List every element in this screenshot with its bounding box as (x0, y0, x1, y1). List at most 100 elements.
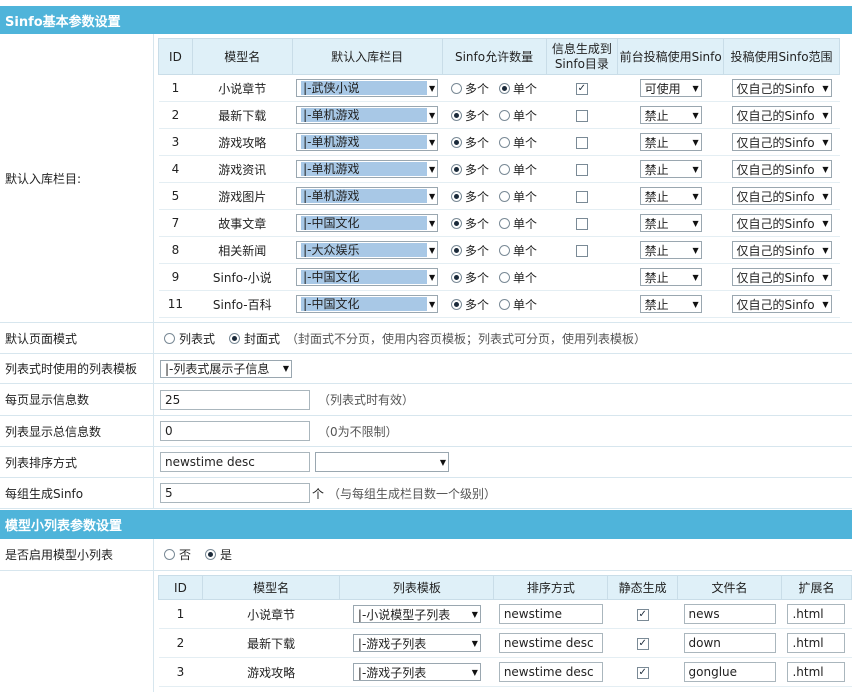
row-front-cell: 禁止 ▼ (617, 101, 724, 129)
col-header-id: ID (158, 575, 203, 600)
chevron-down-icon: ▼ (692, 245, 699, 255)
gen-sinfo-checkbox[interactable] (575, 136, 588, 149)
front-submit-select[interactable]: 禁止 ▼ (639, 187, 702, 205)
list-template-select[interactable]: |-列表式展示子信息 ▼ (160, 359, 292, 378)
column-select[interactable]: |-单机游戏 ▼ (296, 133, 439, 151)
group-gen-input[interactable]: 5 (160, 483, 310, 503)
allow-single-radio[interactable] (499, 163, 511, 175)
list-template-select[interactable]: |-游戏子列表 ▼ (352, 663, 481, 681)
front-submit-select[interactable]: 可使用 ▼ (639, 79, 702, 97)
allow-single-radio[interactable] (499, 136, 511, 148)
row-gen-cell (546, 263, 618, 291)
filename-input[interactable]: news (683, 604, 776, 624)
sort-input[interactable]: newstime desc (498, 633, 603, 653)
gen-sinfo-checkbox[interactable] (575, 190, 588, 203)
list-template-select[interactable]: |-游戏子列表 ▼ (352, 634, 481, 652)
gen-sinfo-checkbox[interactable] (575, 244, 588, 257)
total-count-input[interactable]: 0 (160, 421, 310, 441)
allow-many-radio[interactable] (451, 298, 463, 310)
allow-many-radio[interactable] (451, 163, 463, 175)
chevron-down-icon: ▼ (822, 110, 829, 120)
allow-many-radio[interactable] (451, 109, 463, 121)
list-template-select-value: |-小说模型子列表 (357, 607, 451, 622)
column-select[interactable]: |-大众娱乐 ▼ (296, 241, 439, 259)
submit-scope-select[interactable]: 仅自己的Sinfo ▼ (731, 214, 832, 232)
submit-scope-select[interactable]: 仅自己的Sinfo ▼ (731, 79, 832, 97)
enable-small-list-yes-radio[interactable] (205, 549, 217, 560)
allow-many-radio[interactable] (451, 217, 463, 229)
column-select[interactable]: |-武侠小说 ▼ (296, 79, 439, 97)
front-submit-select[interactable]: 禁止 ▼ (639, 241, 702, 259)
column-select[interactable]: |-单机游戏 ▼ (296, 187, 439, 205)
allow-many-label: 多个 (465, 297, 490, 312)
front-submit-select[interactable]: 禁止 ▼ (639, 268, 702, 286)
allow-single-radio[interactable] (499, 109, 511, 121)
enable-small-list-label: 是否启用模型小列表 (0, 539, 154, 570)
sort-row: 列表排序方式 newstime desc ▼ (0, 447, 852, 478)
row-gen-cell (546, 209, 618, 237)
enable-small-list-no-radio[interactable] (164, 549, 175, 560)
sort-input[interactable]: newstime (498, 604, 603, 624)
front-submit-select-value: 禁止 (644, 189, 669, 204)
column-select[interactable]: |-单机游戏 ▼ (296, 160, 439, 178)
column-select[interactable]: |-单机游戏 ▼ (296, 106, 439, 124)
submit-scope-select[interactable]: 仅自己的Sinfo ▼ (731, 268, 832, 286)
filename-input[interactable]: down (683, 633, 776, 653)
submit-scope-select[interactable]: 仅自己的Sinfo ▼ (731, 241, 832, 259)
gen-sinfo-checkbox[interactable] (575, 109, 588, 122)
submit-scope-select[interactable]: 仅自己的Sinfo ▼ (731, 160, 832, 178)
submit-scope-select[interactable]: 仅自己的Sinfo ▼ (731, 187, 832, 205)
static-gen-checkbox[interactable]: ✓ (636, 608, 649, 621)
front-submit-select[interactable]: 禁止 ▼ (639, 160, 702, 178)
static-gen-checkbox[interactable]: ✓ (636, 637, 649, 650)
sort-input[interactable]: newstime desc (160, 452, 310, 472)
allow-single-radio[interactable] (499, 217, 511, 229)
row-scope-cell: 仅自己的Sinfo ▼ (723, 101, 840, 129)
per-page-input[interactable]: 25 (160, 389, 310, 410)
gen-sinfo-checkbox[interactable] (575, 163, 588, 176)
front-submit-select[interactable]: 禁止 ▼ (639, 214, 702, 232)
allow-single-radio[interactable] (499, 298, 511, 310)
allow-many-radio[interactable] (451, 244, 463, 256)
page-mode-list-radio[interactable] (164, 332, 175, 344)
gen-sinfo-checkbox[interactable] (575, 217, 588, 230)
front-submit-select[interactable]: 禁止 ▼ (639, 106, 702, 124)
col-header-gen: 信息生成到Sinfo目录 (545, 38, 619, 75)
list-template-select[interactable]: |-小说模型子列表 ▼ (352, 605, 481, 623)
allow-many-radio[interactable] (451, 271, 463, 283)
allow-single-radio[interactable] (499, 244, 511, 256)
table-row: 3 游戏攻略 |-游戏子列表 ▼ newstime desc ✓ gonglue .html (158, 657, 852, 687)
submit-scope-select[interactable]: 仅自己的Sinfo ▼ (731, 106, 832, 124)
row-front-cell: 禁止 ▼ (617, 155, 724, 183)
sort-select[interactable]: ▼ (315, 452, 449, 472)
gen-sinfo-checkbox[interactable]: ✓ (575, 82, 588, 95)
filename-input[interactable]: gonglue (683, 662, 776, 682)
column-select[interactable]: |-中国文化 ▼ (296, 295, 439, 313)
row-allow-cell: 多个 单个 (442, 101, 546, 129)
front-submit-select[interactable]: 禁止 ▼ (639, 133, 702, 151)
allow-many-radio[interactable] (451, 136, 463, 148)
row-id: 11 (158, 290, 193, 318)
page-mode-cover-radio[interactable] (229, 332, 241, 344)
allow-many-radio[interactable] (451, 82, 463, 94)
front-submit-select[interactable]: 禁止 ▼ (639, 295, 702, 313)
submit-scope-select[interactable]: 仅自己的Sinfo ▼ (731, 133, 832, 151)
sort-input[interactable]: newstime desc (498, 662, 603, 682)
column-select[interactable]: |-中国文化 ▼ (296, 268, 439, 286)
sort-label: 列表排序方式 (0, 447, 154, 477)
row-model: 游戏图片 (192, 182, 293, 210)
allow-many-radio[interactable] (451, 190, 463, 202)
allow-single-radio[interactable] (499, 190, 511, 202)
ext-input[interactable]: .html (787, 633, 846, 653)
col-header-sort: 排序方式 (493, 575, 609, 600)
allow-single-radio[interactable] (499, 82, 511, 94)
column-select[interactable]: |-中国文化 ▼ (296, 214, 439, 232)
chevron-down-icon: ▼ (822, 299, 829, 309)
row-gen-cell (546, 290, 618, 318)
allow-single-radio[interactable] (499, 271, 511, 283)
ext-input[interactable]: .html (787, 662, 846, 682)
ext-input[interactable]: .html (787, 604, 846, 624)
row-column-cell: |-单机游戏 ▼ (292, 128, 443, 156)
submit-scope-select[interactable]: 仅自己的Sinfo ▼ (731, 295, 832, 313)
static-gen-checkbox[interactable]: ✓ (636, 666, 649, 679)
